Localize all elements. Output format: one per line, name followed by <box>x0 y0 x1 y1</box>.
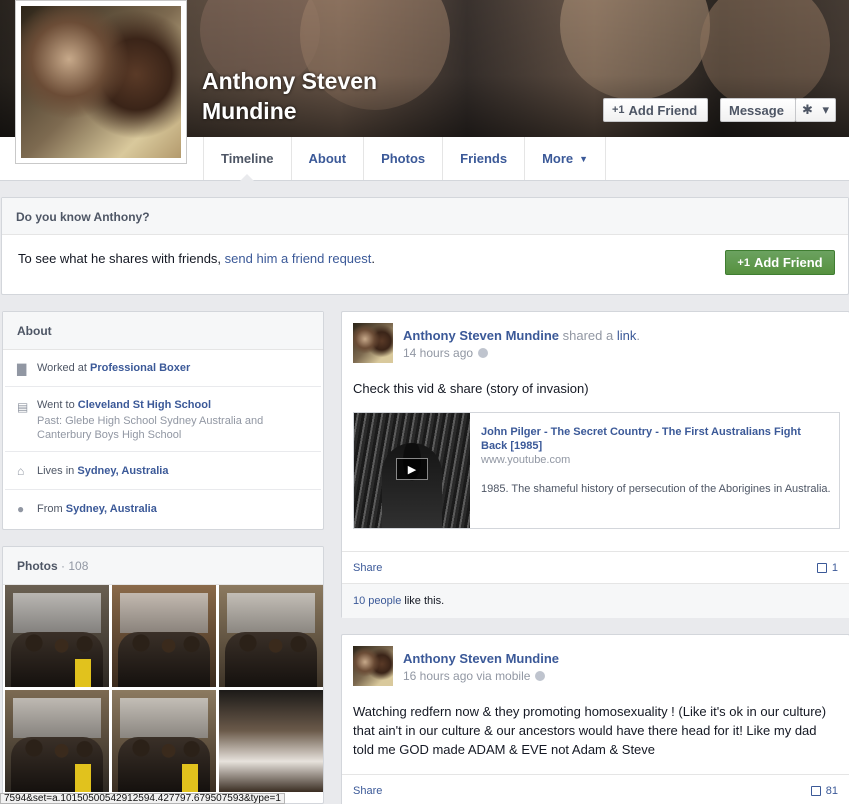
comment-icon <box>810 785 821 796</box>
tab-photos[interactable]: Photos <box>364 137 444 180</box>
share-button[interactable]: Share <box>353 785 382 797</box>
profile-picture-image <box>21 6 181 158</box>
comment-count[interactable]: 1 <box>816 562 838 574</box>
photo-thumbnail[interactable] <box>5 690 109 792</box>
post-header: Anthony Steven Mundine <box>403 651 559 666</box>
shared-link-description: 1985. The shameful history of persecutio… <box>481 483 831 495</box>
likes-summary: 10 people like this. <box>342 583 849 618</box>
photo-thumbnail[interactable] <box>112 690 216 792</box>
play-icon[interactable]: ▶ <box>396 458 428 480</box>
about-item-from: ● From Sydney, Australia <box>17 502 157 516</box>
timeline-post: Anthony Steven Mundine 16 hours ago via … <box>341 634 849 804</box>
photos-panel: Photos · 108 <box>2 546 324 804</box>
comment-icon <box>816 562 827 573</box>
photo-thumbnail[interactable] <box>219 690 323 792</box>
do-you-know-title: Do you know Anthony? <box>2 198 848 235</box>
tab-friends[interactable]: Friends <box>443 137 526 180</box>
video-thumbnail[interactable]: ▶ <box>354 413 470 528</box>
tab-timeline[interactable]: Timeline <box>203 137 292 181</box>
globe-icon <box>478 348 489 358</box>
add-friend-icon: +1 <box>612 104 625 116</box>
about-title[interactable]: About <box>3 312 323 350</box>
globe-icon <box>535 671 546 681</box>
photos-header[interactable]: Photos · 108 <box>3 547 323 585</box>
home-icon: ⌂ <box>17 464 25 478</box>
timeline-post: Anthony Steven Mundine shared a link. 14… <box>341 311 849 618</box>
share-button[interactable]: Share <box>353 562 382 574</box>
avatar[interactable] <box>353 323 393 363</box>
post-author-link[interactable]: Anthony Steven Mundine <box>403 328 559 343</box>
post-timestamp[interactable]: 16 hours ago via mobile <box>403 669 546 683</box>
map-pin-icon: ● <box>17 502 25 516</box>
photo-thumbnail[interactable] <box>5 585 109 687</box>
gear-icon: ✱ <box>802 102 813 117</box>
add-friend-green-label: Add Friend <box>753 255 823 270</box>
chevron-down-icon: ▾ <box>822 102 829 117</box>
send-friend-request-link[interactable]: send him a friend request <box>225 251 372 266</box>
tab-about[interactable]: About <box>292 137 365 180</box>
do-you-know-body: To see what he shares with friends, send… <box>2 235 848 295</box>
photo-thumbnail[interactable] <box>219 585 323 687</box>
post-header: Anthony Steven Mundine shared a link. <box>403 328 640 343</box>
shared-link-title[interactable]: John Pilger - The Secret Country - The F… <box>481 425 821 453</box>
school-icon: ▤ <box>17 400 29 414</box>
options-dropdown-button[interactable]: ✱ ▾ <box>795 98 836 122</box>
from-link[interactable]: Sydney, Australia <box>66 503 157 515</box>
comment-count[interactable]: 81 <box>810 785 838 797</box>
post-text: Check this vid & share (story of invasio… <box>353 381 589 396</box>
photos-title: Photos <box>17 559 58 573</box>
add-friend-green-button[interactable]: +1 Add Friend <box>725 250 835 275</box>
shared-link-card[interactable]: ▶ John Pilger - The Secret Country - The… <box>353 412 840 529</box>
post-actions: Share 81 <box>342 774 849 804</box>
do-you-know-text: To see what he shares with friends, <box>18 251 225 266</box>
photo-grid <box>5 585 323 792</box>
post-text: Watching redfern now & they promoting ho… <box>353 704 827 757</box>
briefcase-icon: ▇ <box>17 361 27 376</box>
photos-count: · 108 <box>61 559 89 573</box>
lives-in-link[interactable]: Sydney, Australia <box>77 465 168 477</box>
do-you-know-panel: Do you know Anthony? To see what he shar… <box>1 197 849 295</box>
shared-link-domain: www.youtube.com <box>481 454 571 466</box>
about-item-education: ▤ Went to Cleveland St High School Past:… <box>5 387 321 452</box>
browser-status-url: 7594&set=a.10150500542912594.427797.6795… <box>0 793 285 804</box>
work-link[interactable]: Professional Boxer <box>90 362 190 374</box>
message-button[interactable]: Message <box>720 98 796 122</box>
tab-more[interactable]: More ▼ <box>525 137 607 180</box>
profile-name[interactable]: Anthony Steven Mundine <box>202 66 432 126</box>
add-friend-button[interactable]: +1 Add Friend <box>603 98 708 122</box>
add-friend-icon: +1 <box>737 256 750 269</box>
profile-picture[interactable] <box>15 0 187 164</box>
chevron-down-icon: ▼ <box>579 153 589 164</box>
post-actions: Share 1 <box>342 551 849 583</box>
avatar[interactable] <box>353 646 393 686</box>
photo-thumbnail[interactable] <box>112 585 216 687</box>
post-author-link[interactable]: Anthony Steven Mundine <box>403 651 559 666</box>
post-timestamp[interactable]: 14 hours ago <box>403 346 489 360</box>
past-schools-text: Past: Glebe High School Sydney Australia… <box>37 415 264 441</box>
likes-link[interactable]: 10 people <box>353 595 401 607</box>
about-panel: About ▇ Worked at Professional Boxer ▤ W… <box>2 311 324 530</box>
shared-link[interactable]: link <box>617 328 637 343</box>
profile-tabs: Timeline About Photos Friends More ▼ <box>203 137 607 181</box>
message-label: Message <box>729 102 784 118</box>
about-item-work: ▇ Worked at Professional Boxer <box>5 350 321 387</box>
about-item-lives: ⌂ Lives in Sydney, Australia <box>5 452 321 490</box>
add-friend-label: Add Friend <box>628 102 698 118</box>
school-link[interactable]: Cleveland St High School <box>78 399 211 411</box>
